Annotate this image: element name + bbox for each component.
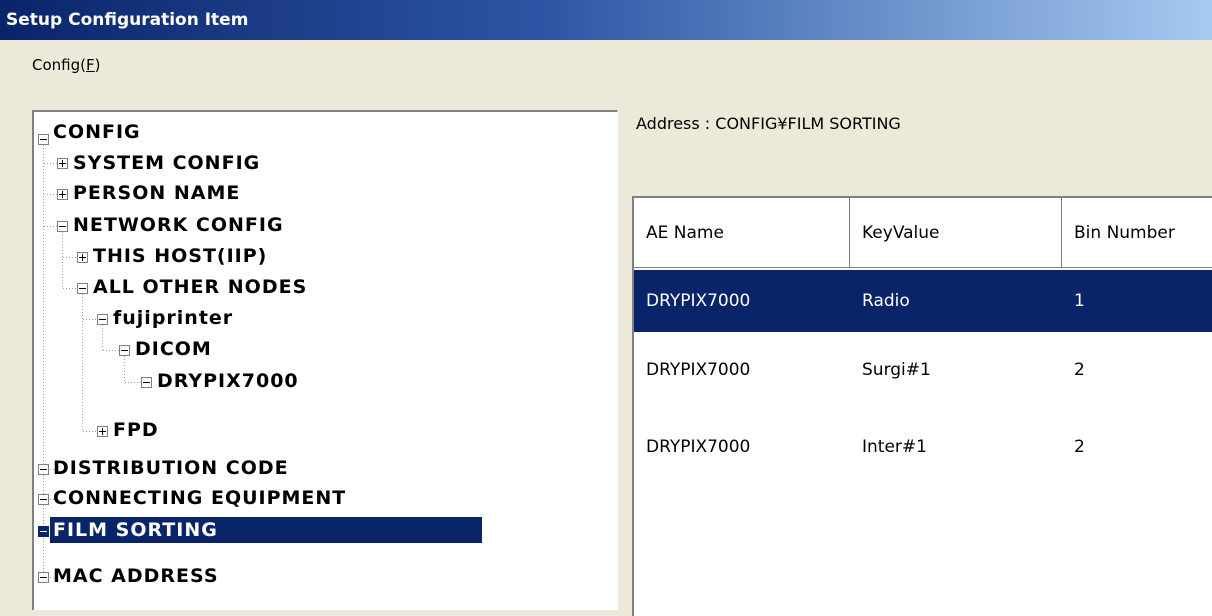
tree-toggle-connecting-equipment-collapse-icon[interactable] bbox=[38, 494, 49, 505]
config-tree-view[interactable]: CONFIG SYSTEM CONFIG PERSON NAME NETWORK… bbox=[32, 110, 618, 610]
film-sorting-grid[interactable]: AE Name KeyValue Bin Number DRYPIX7000 R… bbox=[632, 196, 1212, 616]
menu-config-label: Config( bbox=[32, 56, 86, 74]
cell-key-value: Inter#1 bbox=[862, 437, 927, 457]
cell-bin-number: 2 bbox=[1074, 360, 1085, 380]
window-title-bar[interactable]: Setup Configuration Item bbox=[0, 0, 1212, 40]
menu-config-accelerator: F bbox=[85, 56, 95, 74]
table-row[interactable]: DRYPIX7000 Inter#1 2 bbox=[634, 416, 1212, 478]
tree-node-network-config[interactable]: NETWORK CONFIG bbox=[70, 212, 287, 238]
menu-config[interactable]: Config(F) bbox=[32, 56, 100, 74]
tree-node-drypix7000[interactable]: DRYPIX7000 bbox=[154, 368, 302, 394]
cell-bin-number: 2 bbox=[1074, 437, 1085, 457]
menu-bar: Config(F) bbox=[0, 40, 1212, 82]
tree-node-person-name[interactable]: PERSON NAME bbox=[70, 180, 243, 206]
menu-config-label-close: ) bbox=[94, 56, 101, 74]
table-row[interactable]: DRYPIX7000 Radio 1 bbox=[634, 270, 1212, 332]
tree-node-distribution-code[interactable]: DISTRIBUTION CODE bbox=[50, 455, 292, 481]
tree-node-dicom[interactable]: DICOM bbox=[132, 336, 215, 362]
column-header-bin-number[interactable]: Bin Number bbox=[1062, 198, 1212, 268]
window-title: Setup Configuration Item bbox=[6, 10, 249, 30]
column-header-ae-name[interactable]: AE Name bbox=[634, 198, 850, 268]
tree-node-this-host[interactable]: THIS HOST(IIP) bbox=[90, 243, 270, 269]
cell-bin-number: 1 bbox=[1074, 291, 1085, 311]
tree-toggle-all-other-nodes-collapse-icon[interactable] bbox=[77, 283, 88, 294]
tree-toggle-distribution-code-collapse-icon[interactable] bbox=[38, 464, 49, 475]
tree-node-system-config[interactable]: SYSTEM CONFIG bbox=[70, 150, 263, 176]
table-row[interactable]: DRYPIX7000 Surgi#1 2 bbox=[634, 339, 1212, 401]
address-path: Address : CONFIG¥FILM SORTING bbox=[636, 114, 901, 133]
grid-header: AE Name KeyValue Bin Number bbox=[634, 198, 1212, 270]
cell-ae-name: DRYPIX7000 bbox=[646, 291, 751, 311]
tree-toggle-fujiprinter-collapse-icon[interactable] bbox=[97, 314, 108, 325]
tree-toggle-drypix7000-collapse-icon[interactable] bbox=[141, 377, 152, 388]
tree-toggle-film-sorting-collapse-icon[interactable] bbox=[38, 526, 49, 537]
tree-node-film-sorting[interactable]: FILM SORTING bbox=[50, 517, 482, 543]
tree-node-all-other-nodes[interactable]: ALL OTHER NODES bbox=[90, 274, 310, 300]
tree-toggle-network-config-collapse-icon[interactable] bbox=[57, 221, 68, 232]
tree-node-mac-address[interactable]: MAC ADDRESS bbox=[50, 563, 222, 589]
tree-toggle-config-collapse-icon[interactable] bbox=[38, 134, 49, 145]
tree-node-config[interactable]: CONFIG bbox=[50, 119, 144, 145]
tree-toggle-dicom-collapse-icon[interactable] bbox=[119, 345, 130, 356]
tree-toggle-mac-address-collapse-icon[interactable] bbox=[38, 572, 49, 583]
cell-ae-name: DRYPIX7000 bbox=[646, 437, 751, 457]
tree-toggle-person-name-expand-icon[interactable] bbox=[57, 189, 68, 200]
cell-key-value: Radio bbox=[862, 291, 910, 311]
tree-toggle-fpd-expand-icon[interactable] bbox=[97, 426, 108, 437]
cell-ae-name: DRYPIX7000 bbox=[646, 360, 751, 380]
tree-node-connecting-equipment[interactable]: CONNECTING EQUIPMENT bbox=[50, 485, 349, 511]
cell-key-value: Surgi#1 bbox=[862, 360, 931, 380]
tree-node-fujiprinter[interactable]: fujiprinter bbox=[110, 305, 236, 331]
tree-node-fpd[interactable]: FPD bbox=[110, 417, 162, 443]
tree-toggle-this-host-expand-icon[interactable] bbox=[77, 252, 88, 263]
tree-toggle-system-config-expand-icon[interactable] bbox=[57, 158, 68, 169]
column-header-key-value[interactable]: KeyValue bbox=[850, 198, 1062, 268]
